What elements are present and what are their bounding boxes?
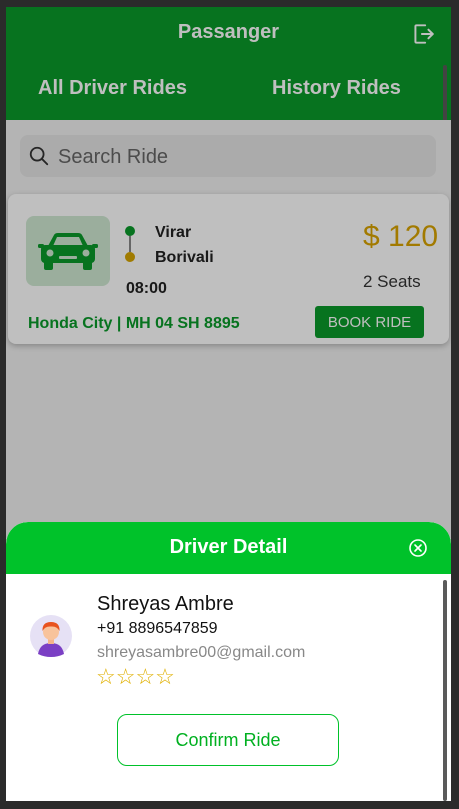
driver-phone: +91 8896547859 (97, 620, 218, 637)
driver-name: Shreyas Ambre (97, 593, 234, 615)
sheet-header: Driver Detail (6, 522, 451, 574)
confirm-ride-button[interactable]: Confirm Ride (117, 714, 339, 766)
close-icon[interactable] (408, 538, 428, 558)
scrollbar[interactable] (443, 580, 447, 801)
driver-rating: ☆☆☆☆ (96, 664, 175, 689)
avatar (30, 615, 72, 657)
sheet-title: Driver Detail (169, 536, 288, 558)
driver-detail-sheet: Driver Detail Shreyas Ambre +91 88965478… (6, 522, 451, 801)
app-screen: Passanger All Driver Rides History Rides (6, 7, 451, 801)
driver-email: shreyasambre00@gmail.com (97, 644, 306, 661)
